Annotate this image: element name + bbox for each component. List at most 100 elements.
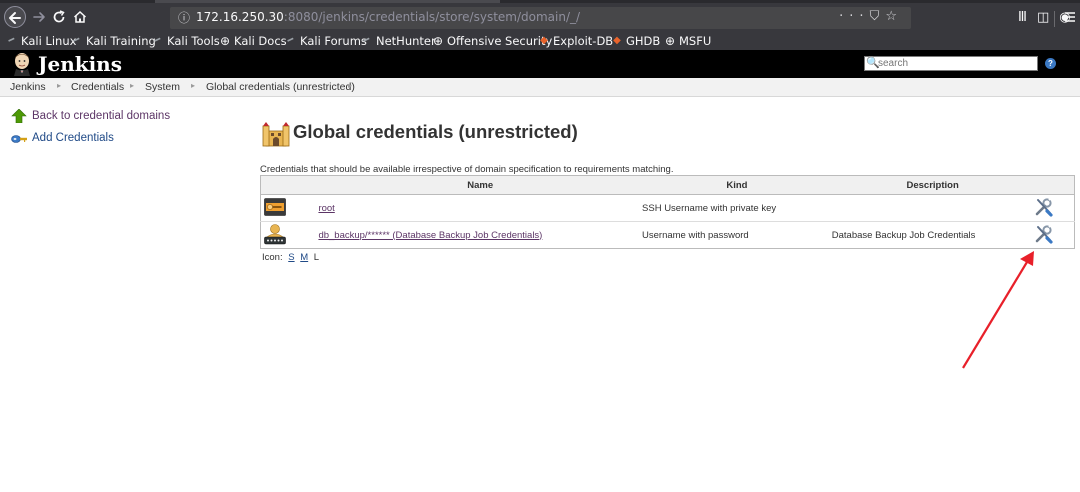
reload-icon	[53, 10, 65, 23]
table-header-kind[interactable]: Kind	[642, 175, 832, 195]
breadcrumb-chevron-icon[interactable]: ▸	[130, 81, 134, 90]
library-icon[interactable]: Ⅲ	[1018, 10, 1037, 25]
row-icon-cell	[260, 221, 319, 249]
ssh-key-icon	[264, 197, 286, 216]
page-title: Global credentials (unrestricted)	[293, 121, 578, 142]
credential-name-link[interactable]: root	[318, 203, 334, 214]
kali-dragon-icon: ━	[71, 34, 82, 47]
bookmark-kali-training[interactable]: ━ Kali Training	[71, 33, 156, 49]
row-name-cell: db_backup/****** (Database Backup Job Cr…	[318, 221, 643, 249]
bookmark-kali-linux[interactable]: ━ Kali Linux	[6, 33, 77, 49]
page-actions-menu-icon[interactable]: ···	[839, 9, 869, 24]
pocket-icon[interactable]: ⛉	[870, 9, 886, 24]
bookmark-label: Kali Tools	[167, 34, 220, 48]
icon-size-selector: Icon: S M L	[262, 252, 319, 263]
jenkins-header: Jenkins 🔍 ?	[0, 50, 1080, 78]
browser-toolbar: ⓘ 172.16.250.30:8080/jenkins/credentials…	[0, 3, 1080, 32]
row-action-cell	[1033, 221, 1075, 249]
row-kind-cell: Username with password	[642, 221, 832, 249]
user-password-icon	[264, 223, 286, 244]
jenkins-title[interactable]: Jenkins	[38, 50, 122, 78]
credential-name-link[interactable]: db_backup/****** (Database Backup Job Cr…	[318, 230, 542, 241]
hamburger-menu-icon	[1065, 12, 1075, 22]
bookmark-label: NetHunter	[376, 34, 436, 48]
credentials-store-icon	[262, 122, 290, 147]
kali-dragon-icon: ━	[361, 34, 372, 47]
table-row: root SSH Username with private key	[260, 194, 1075, 222]
sidebar-item-label[interactable]: Back to credential domains	[32, 110, 170, 122]
row-name-cell: root	[318, 194, 643, 222]
bookmark-nethunter[interactable]: ━ NetHunter	[361, 33, 436, 49]
back-button[interactable]	[4, 6, 26, 28]
url-text[interactable]: 172.16.250.30:8080/jenkins/credentials/s…	[196, 10, 580, 24]
exploit-db-icon: ◆	[540, 35, 548, 46]
bookmark-label: Exploit-DB	[553, 34, 614, 48]
breadcrumb-system[interactable]: System	[145, 81, 180, 93]
row-description-cell	[831, 194, 1034, 222]
icon-size-large: L	[313, 252, 320, 263]
sidebar-icon[interactable]: ◫	[1037, 10, 1059, 25]
table-header-description[interactable]: Description	[831, 175, 1034, 195]
page-description: Credentials that should be available irr…	[260, 164, 674, 175]
search-box[interactable]: 🔍	[864, 56, 1038, 71]
icon-size-medium[interactable]: M	[300, 252, 308, 263]
help-icon[interactable]: ?	[1045, 58, 1056, 69]
breadcrumb-chevron-icon[interactable]: ▸	[191, 81, 195, 90]
row-icon-cell	[260, 194, 319, 222]
bookmark-label: Kali Forums	[300, 34, 367, 48]
breadcrumb-chevron-icon[interactable]: ▸	[348, 81, 352, 90]
bookmark-ghdb[interactable]: ◆ GHDB	[611, 33, 660, 49]
jenkins-butler-logo-icon[interactable]	[11, 52, 33, 76]
bookmark-label: Offensive Security	[447, 34, 553, 48]
bookmark-label: GHDB	[626, 34, 661, 48]
table-header-name[interactable]: Name	[318, 175, 643, 195]
search-input[interactable]	[878, 57, 1036, 70]
bookmark-offensive-security[interactable]: ⊕ Offensive Security	[432, 33, 552, 49]
bookmark-kali-forums[interactable]: ━ Kali Forums	[285, 33, 367, 49]
annotation-arrow-shaft	[962, 261, 1028, 369]
menu-button[interactable]	[1062, 7, 1078, 27]
up-arrow-icon	[11, 109, 27, 123]
row-action-cell	[1033, 194, 1075, 222]
breadcrumb-jenkins[interactable]: Jenkins	[10, 81, 46, 93]
site-info-icon[interactable]: ⓘ	[178, 9, 190, 26]
kali-dragon-icon: ━	[152, 34, 163, 47]
page-actions: ···⛉☆	[839, 9, 903, 24]
sidebar-item-back-to-domains[interactable]: Back to credential domains	[11, 108, 170, 124]
bookmark-msfu[interactable]: ⊕ MSFU	[664, 33, 711, 49]
home-icon	[73, 10, 87, 23]
bookmark-kali-docs[interactable]: ⊕ Kali Docs	[219, 33, 287, 49]
configure-tools-icon[interactable]	[1034, 196, 1054, 217]
reload-button[interactable]	[51, 7, 67, 27]
icon-size-small[interactable]: S	[288, 252, 294, 263]
bookmark-exploit-db[interactable]: ◆ Exploit-DB	[538, 33, 613, 49]
forward-button[interactable]	[30, 7, 48, 27]
bookmark-star-icon[interactable]: ☆	[885, 9, 903, 24]
breadcrumb-global-credentials[interactable]: Global credentials (unrestricted)	[206, 81, 355, 93]
globe-icon: ⊕	[432, 34, 444, 48]
breadcrumb: Jenkins ▸ Credentials ▸ System ▸ Global …	[0, 78, 1080, 97]
back-arrow-icon	[9, 12, 21, 24]
kali-dragon-icon: ━	[285, 34, 296, 47]
breadcrumb-credentials[interactable]: Credentials	[71, 81, 124, 93]
globe-icon: ⊕	[219, 34, 231, 48]
bookmark-label: Kali Docs	[234, 34, 287, 48]
bookmark-label: MSFU	[679, 34, 712, 48]
sidebar-item-label[interactable]: Add Credentials	[32, 132, 114, 144]
home-button[interactable]	[72, 7, 88, 27]
table-header-icon	[260, 175, 319, 195]
bookmark-kali-tools[interactable]: ━ Kali Tools	[152, 33, 220, 49]
sidebar-item-add-credentials[interactable]: Add Credentials	[11, 130, 114, 146]
annotation-arrow-head	[1020, 251, 1034, 266]
icon-size-label: Icon:	[262, 252, 283, 263]
globe-icon: ⊕	[664, 34, 676, 48]
url-bar[interactable]: ⓘ 172.16.250.30:8080/jenkins/credentials…	[170, 7, 911, 29]
table-header-actions	[1033, 175, 1075, 195]
bookmarks-toolbar: ━ Kali Linux ━ Kali Training ━ Kali Tools ⊕…	[0, 32, 1080, 50]
kali-dragon-icon: ━	[6, 34, 17, 47]
exploit-db-icon: ◆	[613, 35, 621, 46]
forward-arrow-icon	[33, 12, 45, 22]
key-icon	[11, 135, 27, 143]
configure-tools-icon[interactable]	[1034, 223, 1054, 244]
breadcrumb-chevron-icon[interactable]: ▸	[57, 81, 61, 90]
